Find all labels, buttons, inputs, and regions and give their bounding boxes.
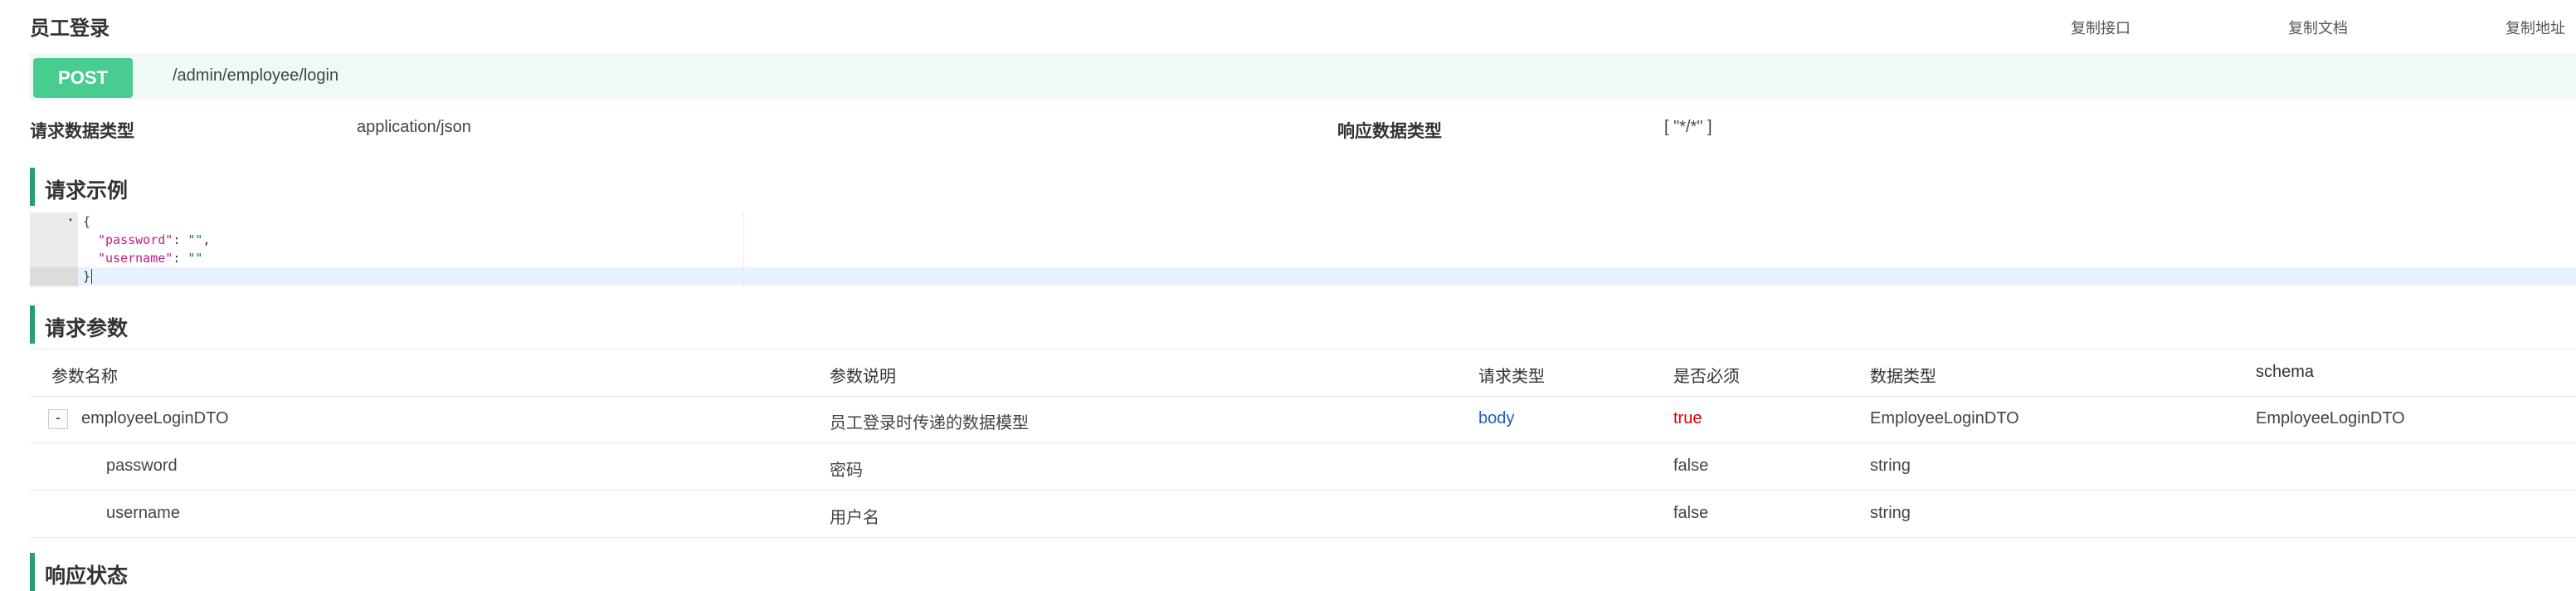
copy-doc-link[interactable]: 复制文档 (2288, 17, 2348, 38)
param-type: string (1870, 504, 1911, 522)
response-content-type-value: [ "*/*" ] (1664, 118, 1712, 136)
line-number: 2 (30, 227, 2576, 242)
section-request-example: 请求示例 (30, 168, 362, 206)
column-header-type: 数据类型 (1870, 368, 1936, 386)
param-name: username (106, 504, 180, 522)
column-header-required: 是否必须 (1673, 368, 1740, 386)
param-required: false (1673, 457, 1709, 475)
method-badge: POST (33, 58, 133, 98)
line-number: 3 (30, 242, 2576, 257)
column-header-desc: 参数说明 (830, 368, 896, 386)
print-margin (743, 212, 744, 287)
active-line-gutter (30, 267, 78, 286)
section-title: 响应状态 (45, 564, 129, 588)
section-accent-bar (30, 553, 35, 591)
code-line-3: "username": "" (98, 251, 202, 266)
column-header-in: 请求类型 (1478, 368, 1545, 386)
section-accent-bar (30, 168, 35, 206)
line-number: 1 (30, 212, 2576, 227)
section-request-params: 请求参数 (30, 305, 362, 344)
code-token: : (173, 251, 188, 266)
code-token-value: "" (187, 232, 203, 247)
code-token: : (173, 232, 188, 247)
param-name: employeeLoginDTO (81, 409, 229, 427)
page-title: 员工登录 (30, 17, 110, 40)
param-schema: EmployeeLoginDTO (2256, 409, 2405, 427)
url-bar (30, 53, 2576, 100)
param-type: EmployeeLoginDTO (1870, 409, 2019, 427)
fold-arrow-icon[interactable]: ▾ (68, 216, 73, 225)
table-row: username 用户名 false string (30, 491, 2576, 538)
code-token: { (83, 214, 91, 229)
request-content-type-value: application/json (357, 118, 471, 136)
param-required: true (1673, 409, 1702, 427)
code-token: , (202, 232, 211, 247)
table-row: - employeeLoginDTO 员工登录时传递的数据模型 body tru… (30, 396, 2576, 443)
active-line-highlight (78, 267, 2576, 286)
section-response-status: 响应状态 (30, 553, 362, 591)
code-editor[interactable]: 1 2 3 4 ▾ { "password": "", "username": … (30, 212, 2576, 287)
section-title: 请求参数 (45, 317, 129, 340)
param-type: string (1870, 457, 1911, 475)
api-path: /admin/employee/login (173, 66, 339, 85)
column-header-name: 参数名称 (51, 368, 118, 386)
copy-url-link[interactable]: 复制地址 (2505, 17, 2565, 38)
code-line-1: { (83, 214, 90, 229)
table-header-row: 参数名称 参数说明 请求类型 是否必须 数据类型 schema (30, 349, 2576, 397)
param-in: body (1478, 409, 1515, 427)
response-content-type-label: 响应数据类型 (1337, 122, 1442, 141)
param-desc: 用户名 (830, 509, 879, 527)
code-token-value: "" (187, 251, 203, 266)
text-cursor (91, 269, 92, 284)
code-token-key: "password" (98, 232, 173, 247)
param-required: false (1673, 504, 1709, 522)
param-desc: 密码 (830, 462, 863, 480)
code-token-key: "username" (98, 251, 173, 266)
section-title: 请求示例 (45, 179, 129, 203)
request-content-type-label: 请求数据类型 (30, 122, 134, 141)
copy-api-link[interactable]: 复制接口 (2071, 17, 2130, 38)
section-accent-bar (30, 305, 35, 344)
param-name: password (106, 457, 178, 475)
collapse-button[interactable]: - (48, 409, 68, 429)
param-desc: 员工登录时传递的数据模型 (830, 414, 1029, 432)
code-line-4: } (83, 269, 90, 284)
code-token: } (83, 269, 91, 284)
code-line-2: "password": "", (98, 232, 210, 247)
table-row: password 密码 false string (30, 443, 2576, 491)
column-header-schema: schema (2256, 363, 2315, 381)
